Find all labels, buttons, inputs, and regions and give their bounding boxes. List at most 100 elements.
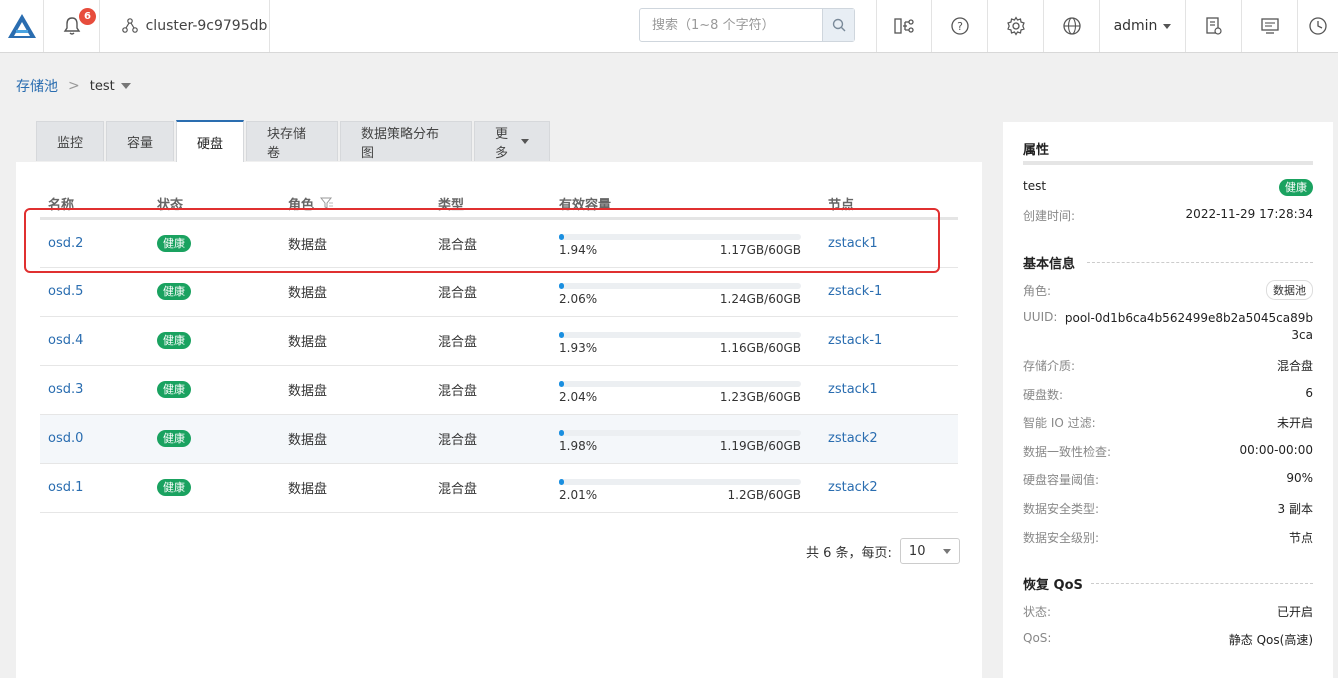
cell-node: zstack1 xyxy=(820,365,958,415)
role-label: 角色: xyxy=(1023,283,1052,298)
filter-icon[interactable] xyxy=(320,197,334,209)
cluster-selector[interactable]: cluster-9c9795db xyxy=(100,0,270,52)
report-button[interactable] xyxy=(1186,0,1242,52)
capacity-meter: 2.01% 1.2GB/60GB xyxy=(559,471,801,505)
capacity-percent: 1.94% xyxy=(559,243,598,257)
breadcrumb-current[interactable]: test xyxy=(90,79,131,94)
cell-type: 混合盘 xyxy=(430,463,551,513)
cell-status: 健康 xyxy=(149,316,280,366)
io-filter-value: 未开启 xyxy=(1276,416,1313,430)
notification-button[interactable]: 6 xyxy=(44,0,100,52)
properties-panel: 属性 test 健康 创建时间: 2022-11-29 17:28:34 基本信… xyxy=(1003,122,1333,678)
status-badge: 健康 xyxy=(157,332,191,349)
consistency-check-value: 00:00-00:00 xyxy=(1239,443,1314,457)
table-body: osd.2 健康 数据盘 混合盘 1.94% 1.17GB/60GB zstack1 osd.… xyxy=(40,218,958,513)
tab-disks[interactable]: 硬盘 xyxy=(176,120,244,162)
tab-capacity[interactable]: 容量 xyxy=(106,121,174,161)
node-link[interactable]: zstack2 xyxy=(828,480,878,495)
table-row[interactable]: osd.2 健康 数据盘 混合盘 1.94% 1.17GB/60GB zstack1 xyxy=(40,218,958,268)
capacity-meter: 2.06% 1.24GB/60GB xyxy=(559,275,801,309)
capacity-percent: 2.04% xyxy=(559,389,598,404)
search-input[interactable] xyxy=(640,9,822,41)
status-badge: 健康 xyxy=(157,283,191,300)
properties-title: 属性 xyxy=(1023,143,1050,158)
breadcrumb-storage-pool[interactable]: 存储池 xyxy=(16,76,58,96)
uuid-line-1: pool-0d1b6ca4b562499e8b2a5045ca89b xyxy=(1064,311,1313,325)
node-link[interactable]: zstack-1 xyxy=(828,284,882,299)
table-row[interactable]: osd.5 健康 数据盘 混合盘 2.06% 1.24GB/60GB zstack-1 xyxy=(40,267,958,317)
disk-name-link[interactable]: osd.5 xyxy=(48,284,83,299)
qos-label: QoS: xyxy=(1023,631,1052,645)
chevron-down-icon xyxy=(1163,23,1172,29)
help-button[interactable]: ? xyxy=(932,0,988,52)
topology-button[interactable] xyxy=(876,0,932,52)
logo[interactable] xyxy=(0,0,44,52)
node-link[interactable]: zstack2 xyxy=(828,431,878,446)
chevron-down-icon xyxy=(521,139,529,144)
qos-state-value: 已开启 xyxy=(1276,605,1313,619)
capacity-percent: 1.93% xyxy=(559,340,598,355)
user-menu[interactable]: admin xyxy=(1100,0,1186,52)
language-button[interactable] xyxy=(1044,0,1100,52)
pagination-total: 共 6 条，每页: xyxy=(806,545,892,561)
node-link[interactable]: zstack-1 xyxy=(828,333,882,348)
page-size-select[interactable]: 10 xyxy=(899,538,960,564)
threshold-label: 硬盘容量阈值: xyxy=(1023,473,1100,487)
tab-monitor[interactable]: 监控 xyxy=(36,121,104,161)
cell-status: 健康 xyxy=(149,267,280,317)
table-row[interactable]: osd.3 健康 数据盘 混合盘 2.04% 1.23GB/60GB zstack1 xyxy=(40,365,958,415)
col-role[interactable]: 角色 xyxy=(280,185,430,220)
divider xyxy=(1023,161,1313,165)
col-capacity[interactable]: 有效容量 xyxy=(551,185,820,220)
search-button[interactable] xyxy=(822,9,854,41)
monitor-icon xyxy=(1260,18,1279,34)
breadcrumb-current-label: test xyxy=(89,78,115,94)
pagination: 共 6 条，每页: 10 xyxy=(806,538,960,564)
disk-table: 名称 状态 角色 类型 有效容量 节点 osd.2 健康 数据盘 混合盘 1.9… xyxy=(40,185,958,513)
disk-name-link[interactable]: osd.3 xyxy=(48,382,83,397)
topology-icon xyxy=(894,18,914,34)
cell-type: 混合盘 xyxy=(430,365,551,415)
cell-role: 数据盘 xyxy=(280,218,430,268)
capacity-meter: 1.94% 1.17GB/60GB xyxy=(559,226,801,260)
capacity-percent: 1.98% xyxy=(559,438,598,453)
table-row[interactable]: osd.0 健康 数据盘 混合盘 1.98% 1.19GB/60GB zstack2 xyxy=(40,414,958,464)
node-link[interactable]: zstack1 xyxy=(828,382,878,397)
tab-more[interactable]: 更多 xyxy=(474,121,550,161)
table-header: 名称 状态 角色 类型 有效容量 节点 xyxy=(40,185,958,220)
tab-data-policy[interactable]: 数据策略分布图 xyxy=(340,121,472,161)
capacity-bar-fill xyxy=(559,331,564,338)
capacity-bar xyxy=(559,429,801,436)
cell-name: osd.1 xyxy=(40,463,149,513)
cell-type: 混合盘 xyxy=(430,316,551,366)
uuid-value: pool-0d1b6ca4b562499e8b2a5045ca89b 3ca xyxy=(1065,310,1313,344)
monitor-button[interactable] xyxy=(1242,0,1298,52)
col-type[interactable]: 类型 xyxy=(430,185,551,220)
capacity-size: 1.2GB/60GB xyxy=(727,487,801,502)
capacity-size: 1.19GB/60GB xyxy=(719,438,801,453)
settings-button[interactable] xyxy=(988,0,1044,52)
node-link[interactable]: zstack1 xyxy=(828,236,878,251)
disk-name-link[interactable]: osd.2 xyxy=(48,236,83,251)
capacity-bar-fill xyxy=(559,478,564,485)
history-button[interactable] xyxy=(1298,0,1338,52)
tab-more-label: 更多 xyxy=(495,126,509,161)
consistency-check-label: 数据一致性检查: xyxy=(1023,445,1112,459)
created-row: 创建时间: 2022-11-29 17:28:34 xyxy=(1023,207,1313,224)
disk-name-link[interactable]: osd.0 xyxy=(48,431,83,446)
col-name[interactable]: 名称 xyxy=(40,185,149,220)
capacity-bar xyxy=(559,380,801,387)
capacity-size: 1.23GB/60GB xyxy=(719,389,801,404)
globe-icon xyxy=(1062,17,1081,35)
cluster-icon xyxy=(121,18,138,33)
status-badge: 健康 xyxy=(1279,179,1313,196)
table-row[interactable]: osd.4 健康 数据盘 混合盘 1.93% 1.16GB/60GB zstack-1 xyxy=(40,316,958,366)
col-status[interactable]: 状态 xyxy=(149,185,280,220)
tab-block-volumes[interactable]: 块存储卷 xyxy=(246,121,338,161)
table-row[interactable]: osd.1 健康 数据盘 混合盘 2.01% 1.2GB/60GB zstack2 xyxy=(40,463,958,513)
disk-name-link[interactable]: osd.4 xyxy=(48,333,83,348)
created-label: 创建时间: xyxy=(1023,209,1076,223)
capacity-bar xyxy=(559,478,801,485)
disk-name-link[interactable]: osd.1 xyxy=(48,480,83,495)
col-node[interactable]: 节点 xyxy=(820,185,958,220)
